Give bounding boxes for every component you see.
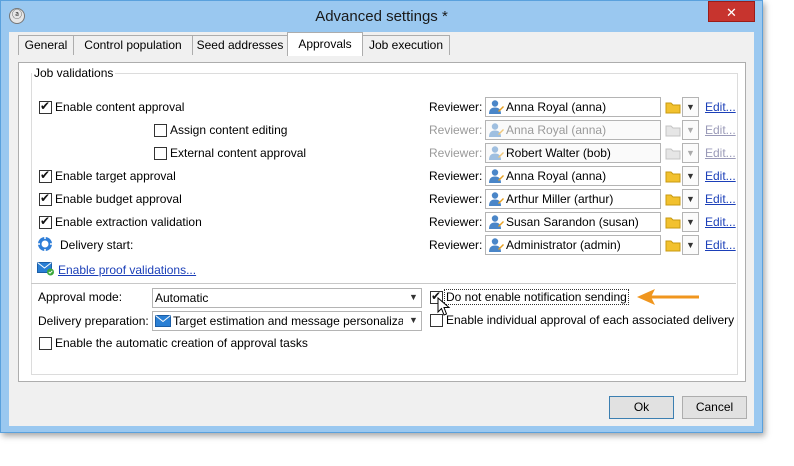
chevron-down-icon[interactable]: ▼: [682, 143, 699, 163]
delivery-preparation-label: Delivery preparation:: [38, 314, 149, 328]
folder-icon[interactable]: [664, 235, 682, 255]
folder-icon[interactable]: [664, 189, 682, 209]
chevron-down-icon[interactable]: ▼: [682, 235, 699, 255]
user-icon: [489, 123, 504, 137]
delivery-start-icon: [37, 236, 53, 252]
approvals-panel: Job validations Enable content approval …: [18, 62, 746, 382]
chevron-down-icon[interactable]: ▼: [682, 212, 699, 232]
extraction-reviewer-field[interactable]: Susan Sarandon (susan): [485, 212, 661, 232]
tab-approvals[interactable]: Approvals: [287, 32, 363, 56]
chevron-down-icon[interactable]: ▼: [682, 120, 699, 140]
user-icon: [489, 192, 504, 206]
chevron-down-icon[interactable]: ▼: [682, 189, 699, 209]
external-content-approval-checkbox[interactable]: [154, 147, 167, 160]
delivery-start-label: Delivery start:: [60, 238, 134, 252]
external-edit-link[interactable]: Edit...: [705, 146, 736, 160]
auto-tasks-label: Enable the automatic creation of approva…: [55, 336, 308, 350]
target-approval-checkbox[interactable]: [39, 168, 52, 183]
user-icon: [489, 238, 504, 252]
extraction-edit-link[interactable]: Edit...: [705, 215, 736, 229]
target-edit-link[interactable]: Edit...: [705, 169, 736, 183]
advanced-settings-window: ⓐ Advanced settings * ✕ General Control …: [0, 0, 763, 433]
dialog-client: General Control population Seed addresse…: [9, 32, 754, 426]
separator: [31, 283, 736, 284]
no-notification-label: Do not enable notification sending: [444, 289, 629, 305]
tab-job-execution[interactable]: Job execution: [362, 35, 450, 55]
delivery-edit-link[interactable]: Edit...: [705, 238, 736, 252]
approval-mode-select[interactable]: Automatic: [152, 288, 422, 308]
tab-general[interactable]: General: [18, 35, 74, 55]
content-reviewer-field[interactable]: Anna Royal (anna): [485, 97, 661, 117]
window-title: Advanced settings *: [315, 8, 448, 25]
user-icon: [489, 215, 504, 229]
assign-reviewer-field[interactable]: Anna Royal (anna): [485, 120, 661, 140]
reviewer-label: Reviewer:: [429, 215, 483, 229]
delivery-preparation-select[interactable]: Target estimation and message personaliz…: [152, 311, 422, 331]
reviewer-label: Reviewer:: [429, 146, 483, 160]
budget-approval-checkbox[interactable]: [39, 191, 52, 206]
content-edit-link[interactable]: Edit...: [705, 100, 736, 114]
folder-icon[interactable]: [664, 120, 682, 140]
auto-tasks-checkbox[interactable]: [39, 337, 52, 350]
budget-reviewer-field[interactable]: Arthur Miller (arthur): [485, 189, 661, 209]
extraction-validation-checkbox[interactable]: [39, 214, 52, 229]
user-icon: [489, 169, 504, 183]
external-content-approval-label: External content approval: [170, 146, 307, 160]
tab-control-population[interactable]: Control population: [73, 35, 193, 55]
budget-approval-label: Enable budget approval: [55, 192, 182, 206]
reviewer-label: Reviewer:: [429, 192, 483, 206]
chevron-down-icon[interactable]: ▼: [682, 97, 699, 117]
chevron-down-icon[interactable]: ▼: [405, 288, 422, 308]
reviewer-label: Reviewer:: [429, 169, 483, 183]
tab-seed-addresses[interactable]: Seed addresses: [192, 35, 288, 55]
email-icon: [155, 315, 171, 327]
group-title: Job validations: [32, 66, 116, 80]
reviewer-label: Reviewer:: [429, 238, 483, 252]
folder-icon[interactable]: [664, 166, 682, 186]
chevron-down-icon[interactable]: ▼: [405, 311, 422, 331]
external-reviewer-field[interactable]: Robert Walter (bob): [485, 143, 661, 163]
assign-content-editing-label: Assign content editing: [170, 123, 288, 137]
individual-approval-label: Enable individual approval of each assoc…: [446, 313, 735, 327]
approval-mode-label: Approval mode:: [38, 290, 123, 304]
budget-edit-link[interactable]: Edit...: [705, 192, 736, 206]
assign-edit-link[interactable]: Edit...: [705, 123, 736, 137]
user-icon: [489, 146, 504, 160]
enable-proof-validations-link[interactable]: Enable proof validations...: [58, 263, 196, 277]
user-icon: [489, 100, 504, 114]
target-approval-label: Enable target approval: [55, 169, 176, 183]
cancel-button[interactable]: Cancel: [682, 396, 747, 419]
extraction-validation-label: Enable extraction validation: [55, 215, 202, 229]
assign-content-editing-checkbox[interactable]: [154, 124, 167, 137]
chevron-down-icon[interactable]: ▼: [682, 166, 699, 186]
folder-icon[interactable]: [664, 143, 682, 163]
folder-icon[interactable]: [664, 97, 682, 117]
target-reviewer-field[interactable]: Anna Royal (anna): [485, 166, 661, 186]
folder-icon[interactable]: [664, 212, 682, 232]
reviewer-label: Reviewer:: [429, 100, 483, 114]
close-button[interactable]: ✕: [708, 1, 755, 22]
delivery-reviewer-field[interactable]: Administrator (admin): [485, 235, 661, 255]
arrow-indicator-icon: [637, 289, 699, 305]
ok-button[interactable]: Ok: [609, 396, 674, 419]
email-check-icon: [37, 262, 54, 276]
content-approval-label: Enable content approval: [55, 100, 185, 114]
content-approval-checkbox[interactable]: [39, 99, 52, 114]
individual-approval-checkbox[interactable]: [430, 314, 443, 327]
reviewer-label: Reviewer:: [429, 123, 483, 137]
title-bar[interactable]: ⓐ Advanced settings * ✕: [1, 1, 762, 33]
